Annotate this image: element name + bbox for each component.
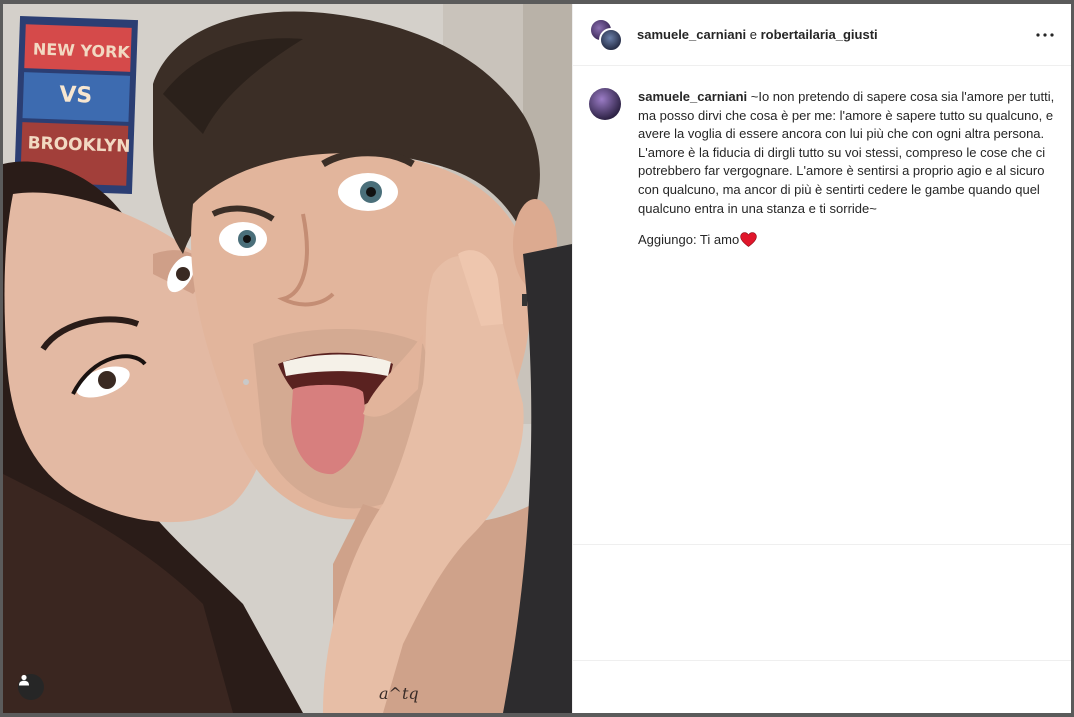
post-photo[interactable]: NEW YORK VS BROOKLYN a^tq [3, 4, 572, 713]
caption-username[interactable]: samuele_carniani [638, 89, 747, 104]
heart-icon [740, 232, 757, 248]
more-options-icon [1036, 32, 1054, 37]
wrist-tattoo: a^tq [379, 684, 419, 703]
collab-avatars[interactable] [589, 17, 623, 52]
poster-line3: BROOKLYN [27, 133, 130, 157]
divider [573, 660, 1071, 661]
more-options-button[interactable] [1033, 23, 1057, 47]
poster-line2: VS [59, 82, 93, 108]
user-tag-button[interactable] [18, 674, 44, 700]
header-username-2[interactable]: robertailaria_giusti [761, 27, 878, 42]
header-username-1[interactable]: samuele_carniani [637, 27, 746, 42]
user-tag-icon [19, 674, 29, 686]
header-joiner: e [746, 27, 761, 42]
caption: samuele_carniani ~Io non pretendo di sap… [589, 88, 1055, 247]
avatar[interactable] [589, 88, 621, 120]
caption-text: samuele_carniani ~Io non pretendo di sap… [638, 88, 1056, 218]
post-header: samuele_carniani e robertailaria_giusti [573, 4, 1071, 66]
caption-body: ~Io non pretendo di sapere cosa sia l'am… [638, 89, 1058, 216]
avatar [599, 27, 623, 52]
caption-addendum: Aggiungo: Ti amo [638, 232, 1056, 247]
window-frame: NEW YORK VS BROOKLYN a^tq samuele_carnia… [0, 0, 1074, 717]
divider [573, 544, 1071, 545]
collab-usernames: samuele_carniani e robertailaria_giusti [637, 27, 1033, 42]
post-modal: NEW YORK VS BROOKLYN a^tq samuele_carnia… [3, 4, 1071, 713]
caption-addendum-text: Aggiungo: Ti amo [638, 232, 740, 248]
post-side-panel: samuele_carniani e robertailaria_giusti … [572, 4, 1071, 713]
comments-area[interactable]: samuele_carniani ~Io non pretendo di sap… [573, 66, 1071, 713]
photo-illustration: NEW YORK VS BROOKLYN a^tq [3, 4, 572, 713]
poster-line1: NEW YORK [33, 39, 131, 61]
